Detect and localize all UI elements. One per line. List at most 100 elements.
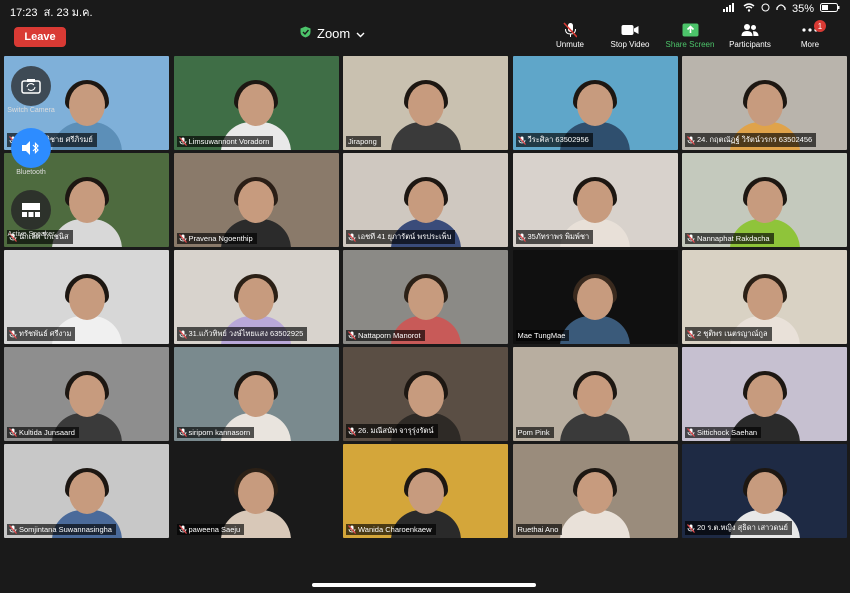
participant-tile[interactable]: Nattaporn Manorot [343,250,508,344]
participant-name: Somjintana Suwannasingha [19,525,112,534]
switch-camera-label: Switch Camera [7,107,55,114]
participant-name-tag: 26. มณีสนัท จารุรุ่งรัตน์ [346,424,438,438]
mic-muted-icon [178,428,187,437]
toolbar-buttons: Unmute Stop Video Share Screen Participa… [540,20,840,49]
mic-muted-icon [9,329,17,339]
participant-video [390,78,461,150]
participant-name-tag: Pravena Ngoenthip [176,233,257,244]
participant-tile[interactable]: Kultida Junsaard [4,347,169,441]
signal-icon [722,3,737,15]
participant-name: Pom Pink [517,428,550,437]
stop-video-button[interactable]: Stop Video [600,22,660,49]
participant-tile[interactable]: 24. กฤตณัฏฐ์ วิรัตน์วรกร 63502456 [682,56,847,150]
mic-muted-icon [9,428,17,437]
participant-name-tag: siriporn kannasorn [176,427,255,438]
video-camera-icon [621,22,639,38]
participant-name: 26. มณีสนัท จารุรุ่งรัตน์ [358,426,434,435]
status-bar: 17:23 ส. 23 ม.ค. 35% [0,0,850,19]
mic-muted-icon [687,329,695,339]
battery-icon [820,3,840,15]
bluetooth-speaker-icon[interactable] [11,128,51,168]
participant-tile[interactable]: 31.แก้วทิพย์ วงษ์ไทยแสง 63502925 [173,250,339,344]
participant-name-tag: 31.แก้วทิพย์ วงษ์ไทยแสง 63502925 [176,327,308,341]
participant-name: Nattaporn Manorot [358,331,421,340]
switch-camera-control[interactable]: Switch Camera [7,66,55,114]
home-indicator[interactable] [312,583,536,587]
participant-tile[interactable]: 35ภัทราพร พิมพ์ชา [512,153,678,247]
participant-name: 20 ร.ต.หญิง สุธิดา เสาวดนย์ [697,523,788,532]
participant-video [560,272,630,344]
participant-tile[interactable]: เอชที 41 ยุภารัตน์ พรประเพ็บ [343,153,508,247]
participant-tile[interactable]: 26. มณีสนัท จารุรุ่งรัตน์ [343,347,508,441]
mic-muted-icon [687,523,695,533]
participant-name-tag: Kultida Junsaard [7,427,79,438]
mic-muted-icon [178,525,187,534]
participant-video [560,466,630,538]
participant-tile[interactable]: Wanida Charoenkaew [343,444,508,538]
share-screen-button[interactable]: Share Screen [660,22,720,49]
participant-name-tag: Pom Pink [515,427,554,438]
alarm-icon [761,3,770,15]
mic-muted-icon [348,525,356,534]
participant-name-tag: Jirapong [346,136,381,147]
participant-tile[interactable]: siriporn kannasorn [173,347,339,441]
participant-tile[interactable]: Nannaphat Rakdacha [682,153,847,247]
participant-name: 2 ชุติพร เนตรญาณ์กูล [697,329,768,338]
participant-name: Mae TungMae [517,331,566,340]
participant-name-tag: 35ภัทราพร พิมพ์ชา [515,230,594,244]
meeting-toolbar: Leave Zoom Unmute Stop Video Share Scree… [0,18,850,54]
participant-tile[interactable]: paweena Saeju [173,444,339,538]
participant-tile[interactable]: Limsuwannont Voradorn [173,56,339,150]
participant-tile[interactable]: Pom Pink [512,347,678,441]
participant-name: 31.แก้วทิพย์ วงษ์ไทยแสง 63502925 [188,329,304,338]
participant-name-tag: paweena Saeju [176,524,245,535]
participant-name-tag: Nattaporn Manorot [346,330,425,341]
mic-muted-icon [178,329,187,339]
mic-muted-icon [178,137,187,146]
participant-name: ทรัชพันธ์ ศรีงาม [19,329,72,338]
participant-name-tag: Nannaphat Rakdacha [685,233,774,244]
more-button[interactable]: More 1 [780,20,840,49]
participant-name: Pravena Ngoenthip [188,234,253,243]
participant-name-tag: วีระศิลา 63502956 [515,133,593,147]
participant-tile[interactable]: Ruethai Ano [512,444,678,538]
participant-name: Sittichock Saehan [697,428,758,437]
bluetooth-audio-control[interactable]: Bluetooth [10,128,52,176]
shield-check-icon [300,26,311,41]
battery-percent: 35% [791,3,814,15]
headphones-icon [776,3,786,15]
participant-tile[interactable]: Mae TungMae [512,250,678,344]
participant-name-tag: เอชที 41 ยุภารัตน์ พรประเพ็บ [346,230,456,244]
participant-name-tag: ทรัชพันธ์ ศรีงาม [7,327,76,341]
participant-name-tag: 24. กฤตณัฏฐ์ วิรัตน์วรกร 63502456 [685,133,817,147]
participant-name-tag: 20 ร.ต.หญิง สุธิดา เสาวดนย์ [685,521,792,535]
active-speaker-control[interactable]: Active Speaker [7,190,55,238]
mic-muted-icon [9,525,17,534]
participant-name: Ruethai Ano [517,525,559,534]
more-badge: 1 [814,20,826,32]
participant-tile[interactable]: ทรัชพันธ์ ศรีงาม [4,250,169,344]
video-grid: 4 42 ชาติชาย ศรีภิรมย์ Limsuwannont Vorad… [4,56,847,538]
chevron-down-icon [356,26,365,41]
participant-tile[interactable]: 2 ชุติพร เนตรญาณ์กูล [682,250,847,344]
unmute-button[interactable]: Unmute [540,22,600,49]
active-speaker-icon[interactable] [11,190,51,230]
meeting-title-label: Zoom [317,26,351,41]
participant-name: 24. กฤตณัฏฐ์ วิรัตน์วรกร 63502456 [697,135,813,144]
switch-camera-icon[interactable] [11,66,51,106]
participant-name: Nannaphat Rakdacha [697,234,770,243]
participant-name: Jirapong [348,137,377,146]
share-screen-label: Share Screen [665,40,715,49]
participant-tile[interactable]: 20 ร.ต.หญิง สุธิดา เสาวดนย์ [682,444,847,538]
participant-tile[interactable]: Pravena Ngoenthip [173,153,339,247]
participants-icon [741,22,759,38]
participant-tile[interactable]: Somjintana Suwannasingha [4,444,169,538]
participant-tile[interactable]: Sittichock Saehan [682,347,847,441]
participant-tile[interactable]: วีระศิลา 63502956 [512,56,678,150]
participant-name: วีระศิลา 63502956 [527,135,589,144]
leave-button[interactable]: Leave [14,27,66,47]
participants-button[interactable]: Participants [720,22,780,49]
participant-tile[interactable]: Jirapong [343,56,508,150]
participant-name-tag: Wanida Charoenkaew [346,524,436,535]
meeting-title[interactable]: Zoom [300,26,365,41]
